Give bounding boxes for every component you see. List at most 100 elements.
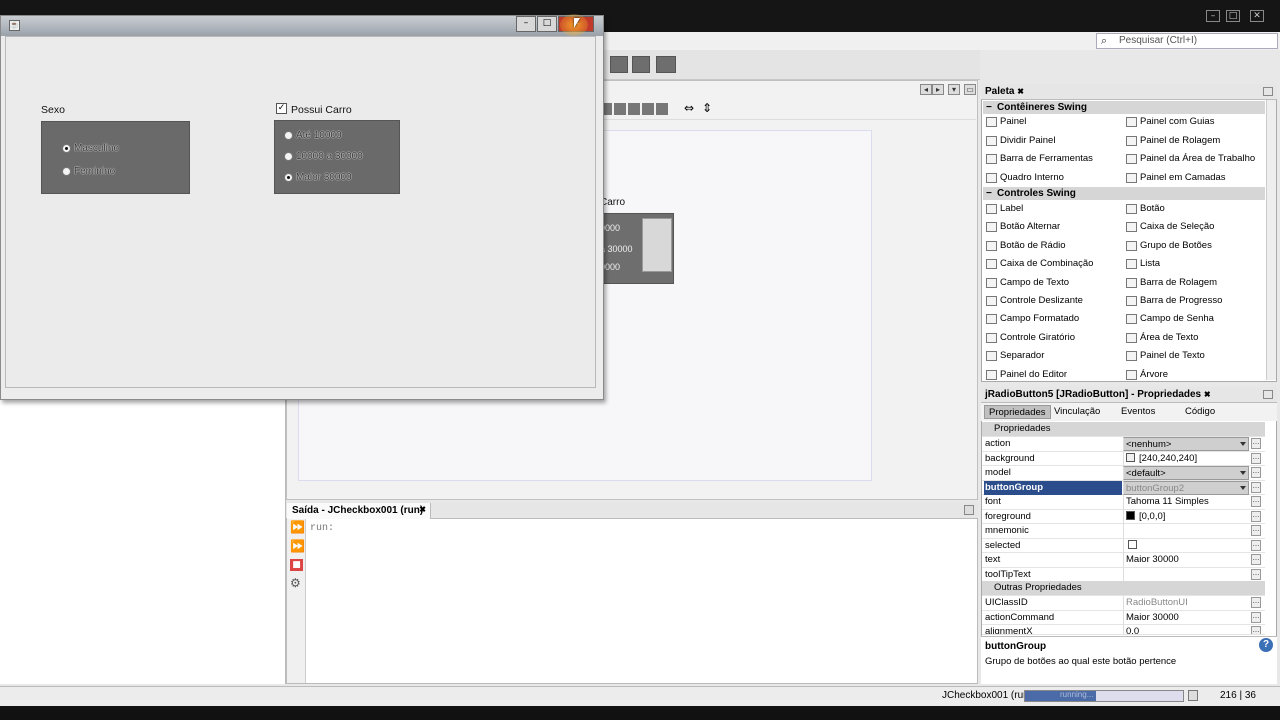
property-row-mnemonic[interactable]: mnemonic…	[982, 524, 1265, 539]
palette-item-container-0[interactable]: Painel	[984, 115, 1026, 129]
help-icon[interactable]: ?	[1259, 638, 1273, 652]
ellipsis-button[interactable]: …	[1251, 568, 1261, 580]
palette-minimize-icon[interactable]	[1263, 87, 1273, 96]
property-value[interactable]: Tahoma 11 Simples	[1123, 495, 1249, 509]
tab-properties[interactable]: Propriedades	[984, 405, 1051, 419]
palette-item-control-3[interactable]: Caixa de Seleção	[1124, 220, 1214, 234]
resize-vertical-icon[interactable]: ⇕	[702, 101, 712, 115]
palette-category-containers[interactable]: Contêineres Swing	[983, 101, 1265, 114]
ide-search-input[interactable]: ⌕ Pesquisar (Ctrl+I)	[1096, 33, 1278, 49]
app-maximize-button[interactable]: □	[537, 16, 557, 32]
ellipsis-button[interactable]: …	[1251, 452, 1261, 464]
palette-item-control-8[interactable]: Campo de Texto	[984, 276, 1069, 290]
editor-scroll-left-icon[interactable]: ◂	[920, 84, 932, 95]
property-value[interactable]	[1123, 567, 1249, 582]
palette-item-container-1[interactable]: Painel com Guias	[1124, 115, 1214, 129]
rerun-icon[interactable]: ⏩	[290, 521, 305, 533]
status-stop-icon[interactable]	[1188, 690, 1198, 701]
palette-item-container-3[interactable]: Painel de Rolagem	[1124, 134, 1220, 148]
align-bottom-icon[interactable]	[656, 103, 668, 115]
palette-category-controls[interactable]: Controles Swing	[983, 187, 1265, 200]
palette-item-control-2[interactable]: Botão Alternar	[984, 220, 1060, 234]
ellipsis-button[interactable]: …	[1251, 467, 1261, 478]
editor-dropdown-icon[interactable]: ▾	[948, 84, 960, 95]
property-row-actionCommand[interactable]: actionCommand Maior 30000…	[982, 610, 1265, 625]
stop-icon[interactable]: ■	[290, 559, 303, 571]
tab-code[interactable]: Código	[1181, 405, 1219, 419]
palette-item-control-12[interactable]: Campo Formatado	[984, 312, 1079, 326]
property-section-main[interactable]: Propriedades	[982, 422, 1265, 437]
palette-item-container-7[interactable]: Painel em Camadas	[1124, 171, 1226, 185]
palette-item-control-4[interactable]: Botão de Rádio	[984, 239, 1066, 253]
property-row-alignmentX[interactable]: alignmentX 0.0…	[982, 625, 1265, 635]
properties-close-icon[interactable]: ✖	[1204, 390, 1211, 399]
ellipsis-button[interactable]: …	[1251, 626, 1261, 634]
radio-carro-0[interactable]: Até 10000	[284, 130, 342, 142]
toolbar-run-icon[interactable]	[656, 56, 676, 73]
property-value[interactable]: <default>	[1123, 466, 1249, 480]
property-row-buttonGroup[interactable]: buttonGroup buttonGroup2…	[982, 480, 1265, 495]
palette-item-control-15[interactable]: Área de Texto	[1124, 331, 1198, 345]
palette-item-control-13[interactable]: Campo de Senha	[1124, 312, 1214, 326]
property-value[interactable]: RadioButtonUI	[1123, 596, 1249, 610]
resize-horizontal-icon[interactable]: ⇔	[684, 101, 694, 115]
ellipsis-button[interactable]: …	[1251, 438, 1261, 449]
ellipsis-button[interactable]: …	[1251, 510, 1261, 522]
radio-carro-2[interactable]: Maior 30000	[284, 172, 352, 184]
property-value[interactable]: [0,0,0]	[1123, 509, 1249, 524]
properties-minimize-icon[interactable]	[1263, 390, 1273, 399]
ide-close-icon[interactable]: ✕	[1250, 10, 1264, 22]
output-tab-close-icon[interactable]: ✖	[419, 505, 426, 514]
property-row-font[interactable]: font Tahoma 11 Simples…	[982, 495, 1265, 510]
possui-carro-checkbox[interactable]: ✓	[276, 103, 287, 114]
ellipsis-button[interactable]: …	[1251, 496, 1261, 507]
property-value[interactable]: Maior 30000	[1123, 553, 1249, 567]
output-tab[interactable]: Saída - JCheckbox001 (run) ✖	[287, 503, 431, 519]
editor-maximize-icon[interactable]: ▭	[964, 84, 976, 95]
palette-item-container-2[interactable]: Dividir Painel	[984, 134, 1055, 148]
palette-item-control-14[interactable]: Controle Giratório	[984, 331, 1075, 345]
palette-item-control-7[interactable]: Lista	[1124, 257, 1160, 271]
ellipsis-button[interactable]: …	[1251, 554, 1261, 565]
palette-item-control-10[interactable]: Controle Deslizante	[984, 294, 1083, 308]
checkbox-icon[interactable]	[1128, 539, 1137, 549]
palette-item-control-19[interactable]: Árvore	[1124, 368, 1168, 382]
property-row-text[interactable]: text Maior 30000…	[982, 553, 1265, 568]
ellipsis-button[interactable]: …	[1251, 539, 1261, 551]
palette-item-container-4[interactable]: Barra de Ferramentas	[984, 152, 1093, 166]
palette-scrollbar[interactable]	[1266, 100, 1276, 380]
palette-item-control-18[interactable]: Painel do Editor	[984, 368, 1067, 382]
property-row-foreground[interactable]: foreground [0,0,0]…	[982, 509, 1265, 524]
ellipsis-button[interactable]: …	[1251, 597, 1261, 608]
palette-item-control-1[interactable]: Botão	[1124, 202, 1165, 216]
palette-item-container-5[interactable]: Painel da Área de Trabalho	[1124, 152, 1255, 166]
align-right-icon[interactable]	[614, 103, 626, 115]
property-row-background[interactable]: background [240,240,240]…	[982, 451, 1265, 466]
rerun-with-args-icon[interactable]: ⏩	[290, 540, 305, 552]
radio-carro-1[interactable]: 10000 a 30000	[284, 151, 363, 163]
toolbar-build-icon[interactable]	[610, 56, 628, 73]
app-minimize-button[interactable]: –	[516, 16, 536, 32]
align-top-icon[interactable]	[642, 103, 654, 115]
palette-item-control-16[interactable]: Separador	[984, 349, 1044, 363]
ide-maximize-icon[interactable]: □	[1226, 10, 1240, 22]
tab-events[interactable]: Eventos	[1117, 405, 1159, 419]
palette-item-control-11[interactable]: Barra de Progresso	[1124, 294, 1222, 308]
property-row-action[interactable]: action <nenhum>…	[982, 437, 1265, 452]
palette-item-control-0[interactable]: Label	[984, 202, 1023, 216]
possui-carro-label[interactable]: Possui Carro	[291, 104, 352, 116]
property-row-selected[interactable]: selected…	[982, 538, 1265, 553]
settings-icon[interactable]: ⚙	[290, 577, 303, 589]
status-run-label[interactable]: JCheckbox001 (run)	[942, 690, 1032, 701]
palette-item-control-6[interactable]: Caixa de Combinação	[984, 257, 1093, 271]
palette-item-control-5[interactable]: Grupo de Botões	[1124, 239, 1212, 253]
radio-sexo-1[interactable]: Feminino	[62, 166, 115, 178]
ellipsis-button[interactable]: …	[1251, 525, 1261, 536]
canvas-preview-inner[interactable]	[642, 218, 672, 272]
radio-sexo-0[interactable]: Masculino	[62, 143, 119, 155]
ide-minimize-icon[interactable]: –	[1206, 10, 1220, 22]
property-value[interactable]	[1123, 524, 1249, 538]
palette-item-container-6[interactable]: Quadro Interno	[984, 171, 1064, 185]
property-value[interactable]: buttonGroup2	[1123, 480, 1249, 495]
app-title-bar[interactable]: ☕	[1, 16, 603, 36]
